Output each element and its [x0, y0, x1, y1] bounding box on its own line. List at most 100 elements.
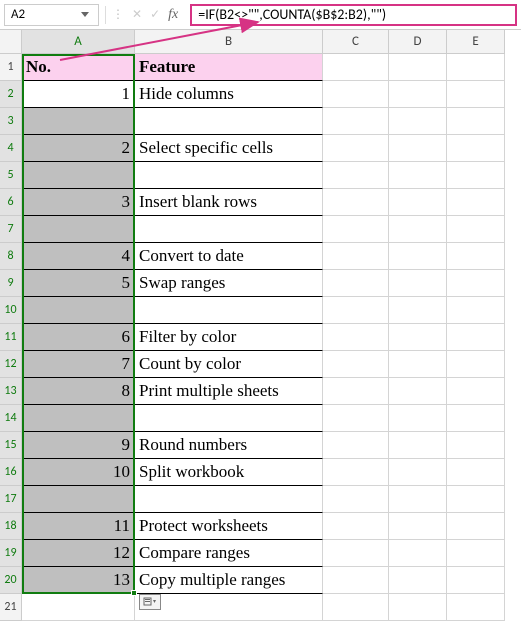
cell-feature[interactable]	[135, 486, 323, 513]
cell-number[interactable]	[22, 108, 135, 135]
cell[interactable]	[323, 270, 389, 297]
cell[interactable]	[323, 297, 389, 324]
cell-number[interactable]: 6	[22, 324, 135, 351]
row-header[interactable]: 15	[0, 432, 22, 459]
cell[interactable]	[323, 378, 389, 405]
row-header[interactable]: 5	[0, 162, 22, 189]
row-header[interactable]: 21	[0, 594, 22, 621]
cell[interactable]	[389, 486, 447, 513]
cell[interactable]	[323, 243, 389, 270]
cancel-icon[interactable]: ✕	[132, 7, 142, 22]
cell[interactable]	[323, 216, 389, 243]
cell-feature[interactable]	[135, 162, 323, 189]
cell-feature[interactable]: Filter by color	[135, 324, 323, 351]
row-header[interactable]: 13	[0, 378, 22, 405]
cell[interactable]	[389, 297, 447, 324]
cell[interactable]	[389, 243, 447, 270]
cell[interactable]	[447, 459, 505, 486]
cell[interactable]	[389, 432, 447, 459]
cell[interactable]	[447, 108, 505, 135]
cell-feature[interactable]: Convert to date	[135, 243, 323, 270]
row-header[interactable]: 10	[0, 297, 22, 324]
cell-feature[interactable]	[135, 108, 323, 135]
cell-number[interactable]	[22, 405, 135, 432]
column-header[interactable]: D	[389, 30, 447, 54]
cell[interactable]	[389, 162, 447, 189]
cell[interactable]	[447, 378, 505, 405]
cell[interactable]	[22, 594, 135, 621]
cell[interactable]	[447, 270, 505, 297]
cell-feature[interactable]: Count by color	[135, 351, 323, 378]
cell-feature[interactable]: Swap ranges	[135, 270, 323, 297]
cell[interactable]	[389, 594, 447, 621]
enter-icon[interactable]: ✓	[150, 7, 160, 22]
cell[interactable]	[323, 324, 389, 351]
formula-input[interactable]: =IF(B2<>"",COUNTA($B$2:B2),"")	[190, 4, 517, 26]
cell[interactable]	[389, 405, 447, 432]
cell[interactable]	[389, 459, 447, 486]
cell[interactable]	[323, 351, 389, 378]
cell[interactable]	[135, 594, 323, 621]
cell-number[interactable]: 5	[22, 270, 135, 297]
cell[interactable]	[323, 135, 389, 162]
row-header[interactable]: 11	[0, 324, 22, 351]
cell[interactable]	[323, 81, 389, 108]
cell[interactable]	[447, 297, 505, 324]
cell[interactable]	[389, 513, 447, 540]
cell-feature[interactable]	[135, 297, 323, 324]
cell-feature[interactable]	[135, 405, 323, 432]
cell[interactable]	[447, 432, 505, 459]
cell-number[interactable]: 10	[22, 459, 135, 486]
row-header[interactable]: 14	[0, 405, 22, 432]
cell-feature[interactable]: Hide columns	[135, 81, 323, 108]
cell-number[interactable]: 13	[22, 567, 135, 594]
cell[interactable]	[323, 486, 389, 513]
cell[interactable]	[447, 540, 505, 567]
cell-number[interactable]	[22, 162, 135, 189]
cell[interactable]	[447, 351, 505, 378]
row-header[interactable]: 16	[0, 459, 22, 486]
cell-number[interactable]: 2	[22, 135, 135, 162]
cell[interactable]	[323, 567, 389, 594]
cell-number[interactable]: 7	[22, 351, 135, 378]
row-header[interactable]: 9	[0, 270, 22, 297]
cell[interactable]	[389, 351, 447, 378]
cell-feature[interactable]: Round numbers	[135, 432, 323, 459]
cell-number[interactable]: 1	[22, 81, 135, 108]
row-header[interactable]: 19	[0, 540, 22, 567]
name-box-dropdown-icon[interactable]	[78, 8, 92, 22]
cell[interactable]	[447, 135, 505, 162]
row-header[interactable]: 3	[0, 108, 22, 135]
cell-number[interactable]	[22, 216, 135, 243]
cell-feature[interactable]: Split workbook	[135, 459, 323, 486]
cell[interactable]	[389, 189, 447, 216]
cell[interactable]	[389, 81, 447, 108]
cell[interactable]	[447, 513, 505, 540]
row-header[interactable]: 2	[0, 81, 22, 108]
cell-number[interactable]: 3	[22, 189, 135, 216]
row-header[interactable]: 1	[0, 54, 22, 81]
cell-feature[interactable]: Copy multiple ranges	[135, 567, 323, 594]
cell[interactable]	[447, 81, 505, 108]
row-header[interactable]: 18	[0, 513, 22, 540]
cell[interactable]	[389, 108, 447, 135]
row-header[interactable]: 17	[0, 486, 22, 513]
row-header[interactable]: 6	[0, 189, 22, 216]
cell[interactable]	[323, 54, 389, 81]
column-header[interactable]: C	[323, 30, 389, 54]
row-header[interactable]: 4	[0, 135, 22, 162]
cell[interactable]	[323, 540, 389, 567]
cell[interactable]	[447, 54, 505, 81]
cell[interactable]	[447, 567, 505, 594]
cell[interactable]	[389, 567, 447, 594]
cell-feature[interactable]	[135, 216, 323, 243]
cell[interactable]	[447, 162, 505, 189]
cell[interactable]	[323, 459, 389, 486]
row-header[interactable]: 8	[0, 243, 22, 270]
cell[interactable]	[447, 405, 505, 432]
cell-number[interactable]	[22, 297, 135, 324]
cell-feature[interactable]: Protect worksheets	[135, 513, 323, 540]
cell[interactable]	[323, 108, 389, 135]
cell-feature[interactable]: Insert blank rows	[135, 189, 323, 216]
column-header[interactable]: B	[135, 30, 323, 54]
